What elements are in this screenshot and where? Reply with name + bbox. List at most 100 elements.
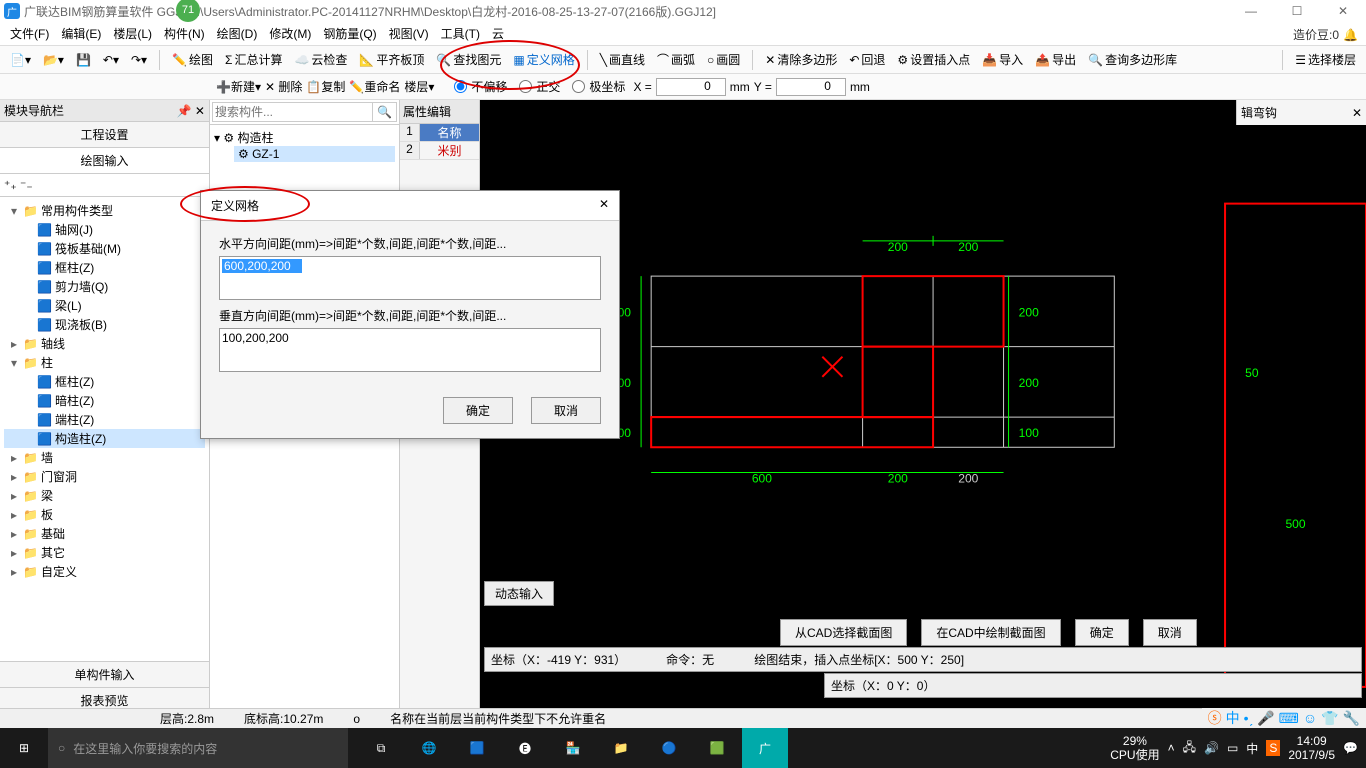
tray-sogou-icon[interactable]: S [1266, 740, 1280, 756]
tree-node[interactable]: 🟦端柱(Z) [4, 410, 205, 429]
bell-icon[interactable]: 🔔 [1343, 28, 1358, 42]
taskbar-app-icon[interactable]: 广 [742, 728, 788, 768]
flat-button[interactable]: 📐平齐板顶 [355, 49, 428, 70]
rename-button[interactable]: ✏️重命名 [349, 78, 400, 95]
undo-icon[interactable]: ↶▾ [99, 51, 123, 69]
tray-notifications-icon[interactable]: 💬 [1343, 741, 1358, 755]
back-button[interactable]: ↶ 回退 [845, 49, 889, 70]
tree-node[interactable]: 🟦构造柱(Z) [4, 429, 205, 448]
tray-clock[interactable]: 14:092017/9/5 [1288, 734, 1335, 763]
pin-icon[interactable]: 📌 ✕ [177, 104, 205, 118]
define-grid-button[interactable]: ▦ 定义网格 [509, 49, 578, 70]
canvas-ok-button[interactable]: 确定 [1075, 619, 1129, 646]
tree-node[interactable]: ▸📁板 [4, 505, 205, 524]
taskbar-app-icon[interactable]: 🌐 [406, 728, 452, 768]
close-icon[interactable]: ✕ [1352, 106, 1362, 120]
dialog-close-icon[interactable]: ✕ [599, 197, 609, 214]
menu-component[interactable]: 构件(N) [158, 25, 211, 42]
tray-battery-icon[interactable]: ▭ [1227, 741, 1238, 755]
sum-button[interactable]: Σ 汇总计算 [221, 49, 286, 70]
mid-tree-item[interactable]: ⚙ GZ-1 [234, 146, 395, 162]
tree-node[interactable]: ▸📁门窗洞 [4, 467, 205, 486]
select-floor-button[interactable]: ☰ 选择楼层 [1291, 49, 1360, 70]
tree-node[interactable]: ▾📁柱 [4, 353, 205, 372]
tree-node[interactable]: ▾📁常用构件类型 [4, 201, 205, 220]
polar-radio[interactable]: 极坐标 [572, 78, 625, 95]
canvas-cancel-button[interactable]: 取消 [1143, 619, 1197, 646]
dialog-ok-button[interactable]: 确定 [443, 397, 513, 424]
menu-rebar[interactable]: 钢筋量(Q) [317, 25, 382, 42]
draw-arc-button[interactable]: ⌒ 画弧 [653, 49, 699, 70]
dynamic-input-toggle[interactable]: 动态输入 [484, 581, 554, 606]
save-icon[interactable]: 💾 [72, 51, 95, 69]
draw-line-button[interactable]: ╲ 画直线 [596, 49, 649, 70]
taskbar-app-icon[interactable]: 🟩 [694, 728, 740, 768]
nav-view-icons[interactable]: ⁺₊ ⁻₋ [0, 174, 209, 197]
tree-node[interactable]: ▸📁梁 [4, 486, 205, 505]
draw-circle-button[interactable]: ○ 画圆 [703, 49, 744, 70]
taskbar-app-icon[interactable]: 🅔 [502, 728, 548, 768]
tray-ime-icon[interactable]: 中 [1246, 740, 1258, 757]
taskbar-app-icon[interactable]: 🔵 [646, 728, 692, 768]
draw-button[interactable]: ✏️绘图 [168, 49, 217, 70]
tab-single-input[interactable]: 单构件输入 [0, 662, 209, 688]
start-button[interactable]: ⊞ [0, 728, 48, 768]
menu-view[interactable]: 视图(V) [383, 25, 435, 42]
find-button[interactable]: 🔍查找图元 [432, 49, 505, 70]
copy-button[interactable]: 📋复制 [306, 78, 345, 95]
menu-edit[interactable]: 编辑(E) [55, 25, 107, 42]
tree-node[interactable]: ▸📁自定义 [4, 562, 205, 581]
tray-network-icon[interactable]: 🖧 [1183, 738, 1196, 759]
tree-node[interactable]: 🟦梁(L) [4, 296, 205, 315]
ortho-radio[interactable]: 正交 [519, 78, 560, 95]
menu-file[interactable]: 文件(F) [4, 25, 55, 42]
taskbar-app-icon[interactable]: 🟦 [454, 728, 500, 768]
draw-in-cad-button[interactable]: 在CAD中绘制截面图 [921, 619, 1060, 646]
tree-node[interactable]: ▸📁基础 [4, 524, 205, 543]
prop-name-cell[interactable]: 名称 [420, 124, 479, 141]
import-button[interactable]: 📥导入 [978, 49, 1027, 70]
ime-tray[interactable]: ⓢ 中 •ˏ 🎤 ⌨ ☺ 👕 🔧 [1202, 708, 1366, 728]
tree-node[interactable]: ▸📁轴线 [4, 334, 205, 353]
menu-cloud[interactable]: 云 [486, 25, 510, 42]
export-button[interactable]: 📤导出 [1031, 49, 1080, 70]
minimize-button[interactable]: — [1228, 0, 1274, 22]
tree-node[interactable]: 🟦暗柱(Z) [4, 391, 205, 410]
tab-draw-input[interactable]: 绘图输入 [0, 148, 209, 174]
from-cad-button[interactable]: 从CAD选择截面图 [780, 619, 907, 646]
taskbar-app-icon[interactable]: 🏪 [550, 728, 596, 768]
clear-poly-button[interactable]: ✕ 清除多边形 [761, 49, 841, 70]
search-icon[interactable]: 🔍 [373, 102, 397, 122]
cloud-check-button[interactable]: ☁️云检查 [290, 49, 351, 70]
menu-modify[interactable]: 修改(M) [263, 25, 317, 42]
maximize-button[interactable]: ☐ [1274, 0, 1320, 22]
menu-draw[interactable]: 绘图(D) [211, 25, 264, 42]
menu-tools[interactable]: 工具(T) [435, 25, 486, 42]
no-offset-radio[interactable]: 不偏移 [454, 78, 507, 95]
tree-node[interactable]: ▸📁墙 [4, 448, 205, 467]
close-button[interactable]: ✕ [1320, 0, 1366, 22]
delete-button[interactable]: ✕ 删除 [265, 78, 302, 95]
prop-type-cell[interactable]: 米别 [420, 142, 479, 159]
cpu-widget[interactable]: 29%CPU使用 [1110, 734, 1159, 763]
floor-dropdown[interactable]: 楼层▾ [404, 78, 434, 95]
mid-tree-root[interactable]: ▾ ⚙ 构造柱 [214, 129, 395, 146]
query-poly-button[interactable]: 🔍查询多边形库 [1084, 49, 1181, 70]
insert-point-button[interactable]: ⚙ 设置插入点 [893, 49, 974, 70]
right-panel-tab[interactable]: 辑弯钩✕ [1236, 100, 1366, 125]
tree-node[interactable]: 🟦框柱(Z) [4, 372, 205, 391]
y-input[interactable]: 0 [776, 78, 846, 96]
x-input[interactable]: 0 [656, 78, 726, 96]
menu-floor[interactable]: 楼层(L) [107, 25, 158, 42]
taskbar-search[interactable]: ○ 在这里输入你要搜索的内容 [48, 728, 348, 768]
tree-node[interactable]: 🟦轴网(J) [4, 220, 205, 239]
tree-node[interactable]: 🟦现浇板(B) [4, 315, 205, 334]
tree-node[interactable]: ▸📁其它 [4, 543, 205, 562]
search-input[interactable] [212, 102, 373, 122]
taskbar-app-icon[interactable]: 📁 [598, 728, 644, 768]
tree-node[interactable]: 🟦筏板基础(M) [4, 239, 205, 258]
windows-taskbar[interactable]: ⊞ ○ 在这里输入你要搜索的内容 ⧉ 🌐 🟦 🅔 🏪 📁 🔵 🟩 广 29%CP… [0, 728, 1366, 768]
tree-node[interactable]: 🟦剪力墙(Q) [4, 277, 205, 296]
component-tree[interactable]: ▾📁常用构件类型🟦轴网(J)🟦筏板基础(M) 🟦框柱(Z) 🟦剪力墙(Q)🟦梁(L)… [0, 197, 209, 661]
tray-up-icon[interactable]: ˄ [1168, 741, 1175, 755]
